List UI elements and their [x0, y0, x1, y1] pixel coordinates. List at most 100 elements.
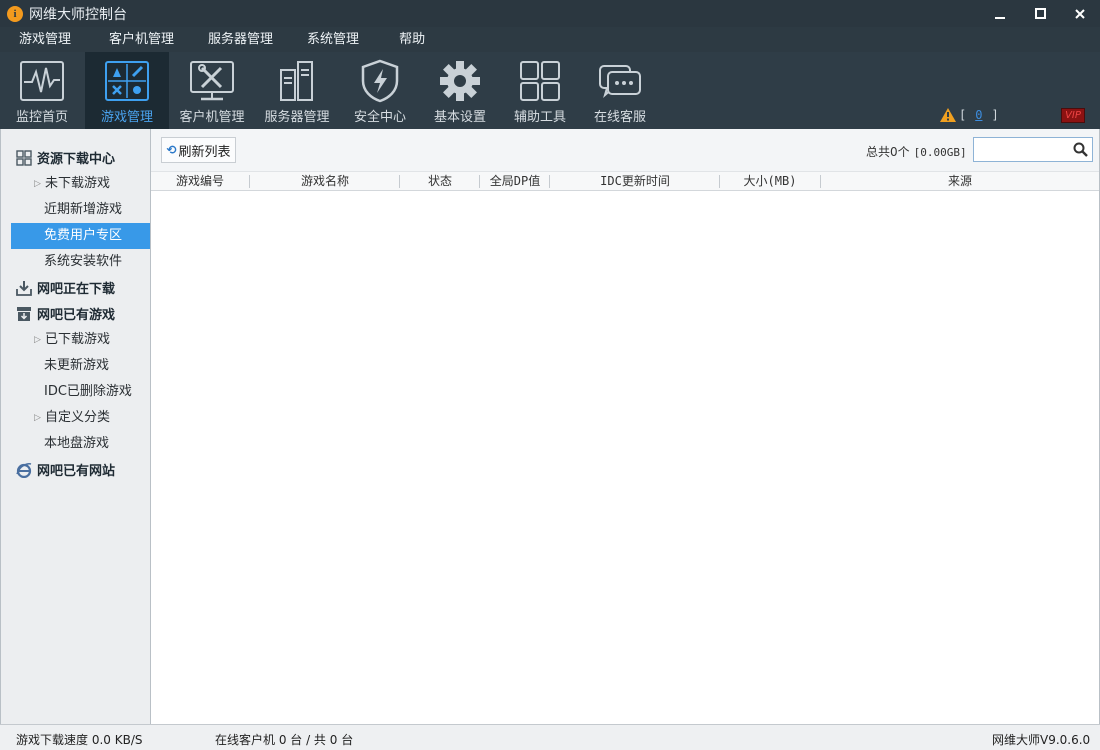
- tool-label: 客户机管理: [179, 110, 245, 125]
- table-header: 游戏编号 游戏名称 状态 全局DP值 IDC更新时间 大小(MB) 来源: [151, 171, 1099, 191]
- menu-help[interactable]: 帮助: [377, 27, 443, 52]
- sidebar-group-downloading[interactable]: 网吧正在下载: [15, 278, 115, 297]
- warning-bracket-close: ]: [991, 108, 999, 122]
- download-speed-status: 游戏下载速度 0.0 KB/S: [16, 733, 143, 747]
- window-controls: [980, 0, 1100, 27]
- tool-online-support[interactable]: 在线客服: [578, 52, 662, 129]
- sidebar-item-custom-category[interactable]: ▷ 自定义分类: [11, 405, 150, 431]
- gear-icon: [437, 59, 483, 103]
- expand-arrow-icon[interactable]: ▷: [34, 405, 41, 431]
- warning-indicator: [ 0 ]: [940, 108, 999, 122]
- tool-server-management[interactable]: 服务器管理: [255, 52, 339, 129]
- tools-screen-icon: [189, 59, 235, 103]
- sidebar-item-idc-deleted[interactable]: IDC已删除游戏: [11, 379, 150, 405]
- sidebar-item-label: 本地盘游戏: [44, 436, 110, 451]
- sidebar-group-resource-center[interactable]: 资源下载中心: [15, 148, 115, 167]
- sidebar-group-label: 网吧已有游戏: [37, 308, 116, 323]
- minimize-icon: [995, 16, 1005, 19]
- sidebar-item-label: 近期新增游戏: [44, 202, 123, 217]
- sidebar: 资源下载中心 ▷ 未下载游戏 近期新增游戏 免费用户专区 系统安装软件 网吧正在…: [0, 129, 151, 724]
- sidebar-item-not-updated[interactable]: 未更新游戏: [11, 353, 150, 379]
- grid-squares-icon: [15, 149, 32, 166]
- tool-client-management[interactable]: 客户机管理: [170, 52, 254, 129]
- close-icon: [1075, 8, 1085, 19]
- tool-security-center[interactable]: 安全中心: [338, 52, 422, 129]
- tool-auxiliary-tools[interactable]: 辅助工具: [498, 52, 582, 129]
- expand-arrow-icon[interactable]: ▷: [34, 327, 41, 353]
- sidebar-group-existing-games[interactable]: 网吧已有游戏: [15, 304, 115, 323]
- column-header-source[interactable]: 来源: [821, 172, 1099, 191]
- sidebar-item-label: 未下载游戏: [45, 176, 111, 191]
- menu-system-management[interactable]: 系统管理: [291, 27, 377, 52]
- ie-browser-icon: [15, 461, 32, 478]
- search-icon[interactable]: [1073, 142, 1088, 157]
- sidebar-item-label: 系统安装软件: [44, 254, 123, 269]
- warning-icon: [940, 108, 956, 122]
- column-header-game-id[interactable]: 游戏编号: [151, 172, 249, 191]
- sidebar-item-not-downloaded[interactable]: ▷ 未下载游戏: [11, 171, 150, 197]
- sidebar-group-label: 网吧正在下载: [37, 282, 116, 297]
- tool-label: 游戏管理: [100, 110, 153, 125]
- sidebar-item-label: IDC已删除游戏: [44, 384, 132, 399]
- menu-bar: 游戏管理 客户机管理 服务器管理 系统管理 帮助: [0, 27, 1100, 52]
- sidebar-item-label: 已下载游戏: [45, 332, 111, 347]
- vip-badge[interactable]: VIP: [1061, 108, 1085, 123]
- grid-icon: [517, 59, 563, 103]
- column-header-dp-value[interactable]: 全局DP值: [480, 172, 550, 191]
- total-size: [0.00GB]: [913, 146, 967, 159]
- sidebar-item-local-disk[interactable]: 本地盘游戏: [11, 431, 150, 457]
- sidebar-group-existing-websites[interactable]: 网吧已有网站: [15, 460, 115, 479]
- window-title: 网维大师控制台: [29, 6, 127, 23]
- refresh-label: 刷新列表: [178, 144, 231, 160]
- tool-label: 基本设置: [433, 110, 486, 125]
- warning-count-link[interactable]: 0: [975, 108, 982, 122]
- tool-label: 安全中心: [353, 110, 406, 125]
- expand-arrow-icon[interactable]: ▷: [34, 171, 41, 197]
- tool-label: 监控首页: [15, 110, 68, 125]
- column-header-size[interactable]: 大小(MB): [720, 172, 820, 191]
- app-logo-icon: i: [7, 5, 23, 22]
- tool-label: 服务器管理: [264, 110, 330, 125]
- total-count: 总共0个: [866, 145, 910, 159]
- tool-basic-settings[interactable]: 基本设置: [418, 52, 502, 129]
- game-list-body[interactable]: [151, 192, 1099, 724]
- sidebar-group-label: 网吧已有网站: [37, 464, 116, 479]
- server-icon: [274, 59, 320, 103]
- sidebar-item-label: 自定义分类: [45, 410, 111, 425]
- sidebar-group-label: 资源下载中心: [37, 152, 116, 167]
- tool-monitor-home[interactable]: 监控首页: [0, 52, 84, 129]
- chat-icon: [597, 59, 643, 103]
- maximize-button[interactable]: [1020, 0, 1060, 27]
- menu-game-management[interactable]: 游戏管理: [0, 27, 89, 52]
- maximize-icon: [1034, 8, 1046, 19]
- archive-icon: [15, 305, 32, 322]
- sidebar-item-downloaded[interactable]: ▷ 已下载游戏: [11, 327, 150, 353]
- column-header-status[interactable]: 状态: [400, 172, 480, 191]
- title-bar: i 网维大师控制台: [0, 0, 1100, 27]
- search-input[interactable]: [973, 137, 1093, 162]
- tool-game-management[interactable]: 游戏管理: [85, 52, 169, 129]
- sidebar-item-recent-new[interactable]: 近期新增游戏: [11, 197, 150, 223]
- tool-label: 在线客服: [593, 110, 646, 125]
- version-label: 网维大师V9.0.6.0: [992, 733, 1091, 747]
- warning-bracket-open: [: [959, 108, 967, 122]
- close-button[interactable]: [1060, 0, 1100, 27]
- column-header-game-name[interactable]: 游戏名称: [250, 172, 400, 191]
- online-clients-status: 在线客户机 0 台 / 共 0 台: [215, 733, 354, 747]
- sidebar-item-label: 未更新游戏: [44, 358, 110, 373]
- main-toolbar: 监控首页 游戏管理 客户机管理 服务器管理 安全中心 基本设置 辅助工具 在线客…: [0, 52, 1100, 129]
- status-bar: 游戏下载速度 0.0 KB/S 在线客户机 0 台 / 共 0 台 网维大师V9…: [0, 724, 1100, 750]
- tool-label: 辅助工具: [513, 110, 566, 125]
- download-icon: [15, 279, 32, 296]
- total-summary: 总共0个 [0.00GB]: [866, 143, 967, 160]
- menu-server-management[interactable]: 服务器管理: [192, 27, 291, 52]
- menu-client-management[interactable]: 客户机管理: [89, 27, 192, 52]
- refresh-list-button[interactable]: ⟲ 刷新列表: [161, 137, 236, 163]
- sidebar-item-label: 免费用户专区: [44, 228, 123, 243]
- minimize-button[interactable]: [980, 0, 1020, 27]
- main-panel: ⟲ 刷新列表 总共0个 [0.00GB] 游戏编号 游戏名称 状态 全局DP值 I…: [151, 129, 1100, 724]
- column-header-idc-update-time[interactable]: IDC更新时间: [550, 172, 720, 191]
- sidebar-item-free-user-zone[interactable]: 免费用户专区: [11, 223, 150, 249]
- sidebar-item-system-software[interactable]: 系统安装软件: [11, 249, 150, 275]
- monitor-pulse-icon: [19, 59, 65, 103]
